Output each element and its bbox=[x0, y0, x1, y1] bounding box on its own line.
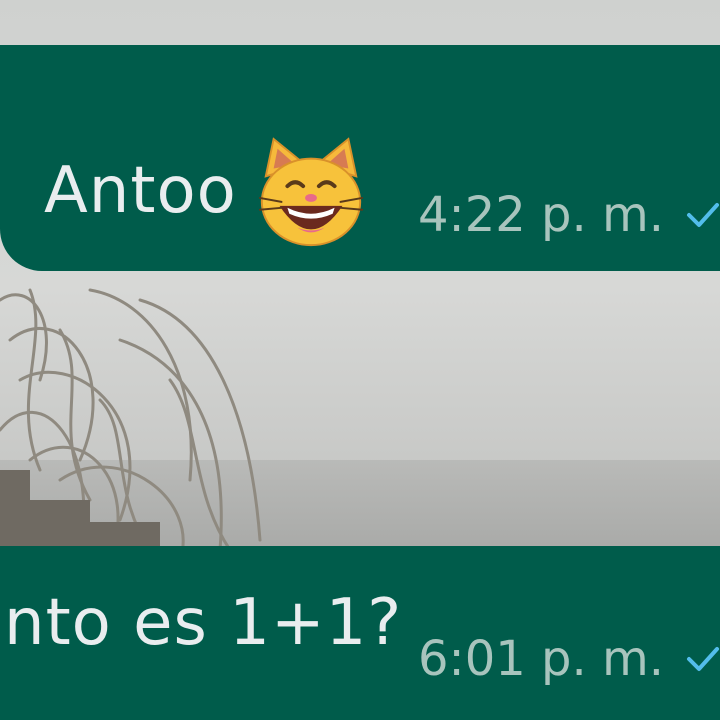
message-bubble[interactable]: Antoo 4:22 p. m. bbox=[0, 45, 720, 271]
chat-screen: Antoo 4:22 p. m. nto es 1+1? 6:01 p. m. bbox=[0, 0, 720, 720]
message-text: Antoo bbox=[44, 154, 237, 228]
check-icon bbox=[687, 647, 720, 671]
message-meta: 6:01 p. m. bbox=[418, 631, 720, 687]
message-bubble[interactable]: nto es 1+1? 6:01 p. m. bbox=[0, 546, 720, 720]
message-timestamp: 6:01 p. m. bbox=[418, 631, 665, 687]
message-text: nto es 1+1? bbox=[4, 586, 403, 660]
background-photo-hair bbox=[0, 288, 262, 560]
message-meta: 4:22 p. m. bbox=[418, 187, 720, 243]
smiling-cat-icon bbox=[258, 137, 364, 247]
message-timestamp: 4:22 p. m. bbox=[418, 187, 665, 243]
check-icon bbox=[687, 203, 720, 227]
